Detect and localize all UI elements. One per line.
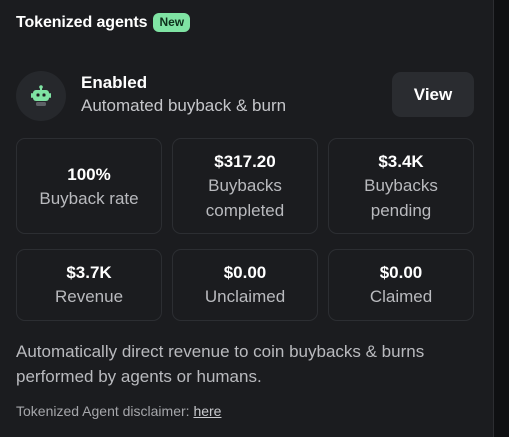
stat-card-buyback-rate: 100% Buyback rate <box>16 138 162 234</box>
disclaimer-text: Tokenized Agent disclaimer: <box>16 403 190 419</box>
stat-value: $3.4K <box>378 152 424 171</box>
section-title: Tokenized agents <box>16 13 148 31</box>
stat-label-line-1: Buybacks <box>208 176 282 195</box>
stat-label-line-1: Buybacks <box>364 176 438 195</box>
stat-card-claimed: $0.00 Claimed <box>328 249 474 321</box>
feature-description: Automatically direct revenue to coin buy… <box>16 342 425 386</box>
stat-card-buybacks-completed: $317.20 Buybacks completed <box>172 138 318 234</box>
status-subtitle: Automated buyback & burn <box>81 96 287 115</box>
agent-avatar <box>16 71 66 121</box>
tokenized-agents-panel: Tokenized agents New Enabled Automated b… <box>0 0 494 437</box>
stat-card-revenue: $3.7K Revenue <box>16 249 162 321</box>
stat-label: Claimed <box>369 287 433 306</box>
section-header: Tokenized agents New <box>16 13 191 32</box>
stat-card-buybacks-pending: $3.4K Buybacks pending <box>328 138 474 234</box>
disclaimer: Tokenized Agent disclaimer: here <box>16 403 221 419</box>
stat-value: $0.00 <box>379 263 423 282</box>
stat-card-unclaimed: $0.00 Unclaimed <box>172 249 318 321</box>
agent-status-row: Enabled Automated buyback & burn View <box>16 70 474 121</box>
stat-label-line-2: completed <box>205 201 285 220</box>
stat-label: Revenue <box>54 287 124 306</box>
stat-value: 100% <box>67 165 111 184</box>
stat-label: Buyback rate <box>39 189 139 208</box>
stat-value: $0.00 <box>223 263 267 282</box>
status-title: Enabled <box>81 73 148 92</box>
stat-value: $317.20 <box>214 152 276 171</box>
stat-label: Unclaimed <box>204 287 286 306</box>
stat-label-line-2: pending <box>370 201 432 220</box>
disclaimer-link[interactable]: here <box>193 403 221 419</box>
robot-icon <box>31 85 51 106</box>
stat-value: $3.7K <box>66 263 112 282</box>
view-button[interactable]: View <box>392 72 474 117</box>
new-badge: New <box>153 13 191 32</box>
